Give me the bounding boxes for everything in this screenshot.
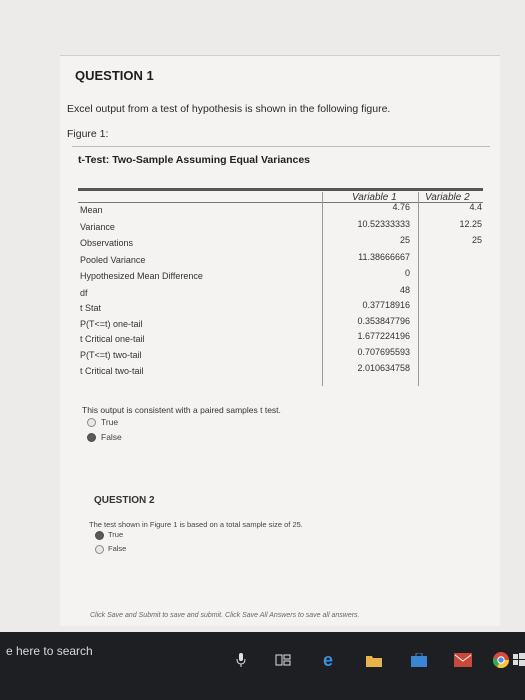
q1-true-radio[interactable]: [87, 418, 96, 427]
variable-1-value: 0: [404, 268, 410, 278]
mail-icon[interactable]: [454, 652, 472, 668]
question-2-text: The test shown in Figure 1 is based on a…: [89, 520, 303, 529]
taskbar-search-box[interactable]: e here to search: [6, 644, 93, 658]
variable-1-value: 48: [399, 285, 410, 295]
table-title: t-Test: Two-Sample Assuming Equal Varian…: [78, 154, 311, 166]
q1-false-radio[interactable]: [87, 433, 96, 442]
edge-icon[interactable]: e: [319, 650, 337, 670]
row-label: Variance: [80, 222, 115, 232]
row-label: df: [80, 288, 88, 298]
q1-true-label: True: [101, 417, 119, 427]
file-explorer-icon[interactable]: [365, 652, 383, 668]
question-2-title: QUESTION 2: [94, 495, 155, 506]
q2-false-label: False: [108, 544, 127, 553]
q1-false-label: False: [101, 432, 122, 442]
q2-false-radio[interactable]: [95, 545, 104, 554]
store-icon[interactable]: [410, 652, 428, 668]
chrome-icon[interactable]: [492, 652, 510, 668]
row-label: Pooled Variance: [80, 255, 146, 265]
row-label: Mean: [80, 205, 103, 215]
windows-taskbar: [0, 632, 525, 700]
table-divider-1: [322, 192, 323, 386]
q2-true-radio[interactable]: [95, 531, 104, 540]
microphone-icon[interactable]: [232, 652, 250, 668]
variable-1-value: 25: [399, 235, 410, 245]
variable-1-value: 0.353847796: [357, 316, 410, 326]
question-1-text: Excel output from a test of hypothesis i…: [67, 103, 391, 115]
save-instructions: Click Save and Submit to save and submit…: [90, 612, 360, 619]
row-label: Hypothesized Mean Difference: [80, 271, 203, 281]
variable-1-value: 11.38666667: [358, 252, 410, 262]
question-1-prompt: This output is consistent with a paired …: [82, 405, 281, 415]
table-top-rule: [78, 188, 483, 191]
row-label: t Critical one-tail: [80, 334, 145, 344]
variable-2-value: 25: [471, 235, 482, 245]
row-label: P(T<=t) two-tail: [80, 350, 142, 360]
q2-true-label: True: [108, 530, 124, 539]
windows-logo-icon[interactable]: [513, 652, 525, 668]
row-label: P(T<=t) one-tail: [80, 319, 143, 329]
task-view-icon[interactable]: [274, 652, 292, 668]
row-label: t Critical two-tail: [80, 366, 144, 376]
variable-1-value: 10.52333333: [357, 219, 410, 229]
variable-2-value: 12.25: [459, 219, 482, 229]
variable-1-value: 0.37718916: [362, 300, 410, 310]
variable-1-value: 1.677224196: [357, 331, 410, 341]
variable-2-value: 4.4: [469, 202, 482, 212]
variable-1-value: 4.76: [392, 202, 410, 212]
row-label: Observations: [80, 238, 134, 248]
question-1-title: QUESTION 1: [75, 68, 154, 83]
variable-1-value: 2.010634758: [357, 363, 410, 373]
variable-1-value: 0.707695593: [357, 347, 410, 357]
figure-label: Figure 1:: [67, 128, 109, 140]
row-label: t Stat: [80, 303, 102, 313]
